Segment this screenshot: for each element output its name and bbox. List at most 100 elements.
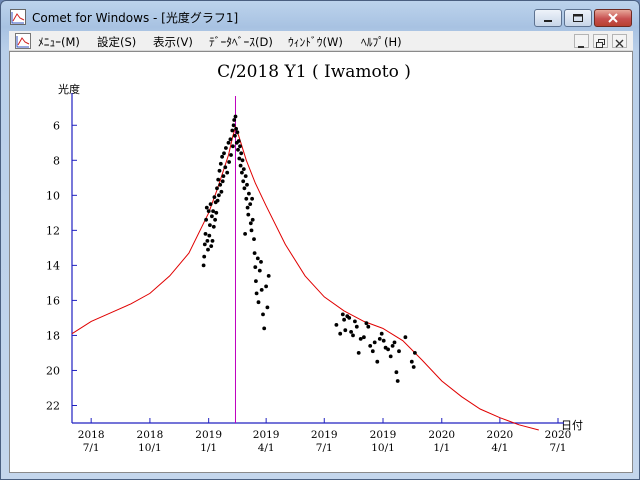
- observation-point: [413, 351, 417, 355]
- observation-point: [228, 137, 233, 142]
- mdi-minimize-button[interactable]: [574, 34, 589, 48]
- observation-point: [262, 326, 267, 331]
- observation-point: [252, 251, 257, 256]
- menu-window[interactable]: ｳｨﾝﾄﾞｳ(W): [288, 34, 343, 50]
- observation-point: [238, 144, 242, 149]
- observation-point: [342, 317, 346, 322]
- observation-point: [368, 344, 373, 348]
- maximize-icon: [573, 14, 583, 22]
- observation-point: [217, 193, 221, 198]
- x-tick-date-label: 4/1: [258, 442, 275, 454]
- observation-point: [388, 354, 393, 359]
- observation-point: [215, 186, 219, 191]
- observation-point: [241, 179, 246, 184]
- observation-point: [256, 300, 261, 305]
- observation-point: [237, 156, 242, 161]
- observation-point: [232, 118, 237, 122]
- observation-point: [218, 182, 223, 187]
- observation-point: [246, 212, 251, 217]
- y-tick-label: 18: [46, 329, 60, 342]
- observation-point: [211, 224, 216, 229]
- x-tick-year-label: 2020: [487, 429, 514, 441]
- observation-point: [250, 196, 255, 201]
- observation-point: [208, 202, 213, 207]
- observation-point: [219, 189, 224, 194]
- observation-point: [392, 340, 397, 345]
- mdi-restore-button[interactable]: [593, 34, 608, 48]
- title-bar[interactable]: Comet for Windows - [光度グラフ1]: [1, 1, 639, 31]
- observation-point: [204, 205, 209, 210]
- observation-point: [206, 247, 210, 252]
- observation-point: [231, 144, 235, 149]
- observation-point: [397, 349, 401, 354]
- observation-point: [252, 237, 256, 242]
- observation-point: [259, 288, 264, 292]
- observation-point: [212, 195, 217, 200]
- observation-point: [209, 244, 214, 249]
- observation-point: [210, 239, 215, 243]
- x-tick-year-label: 2020: [428, 429, 455, 441]
- observation-point: [205, 239, 210, 243]
- app-window: Comet for Windows - [光度グラフ1] ﾒﾆｭｰ(M) 設定(…: [0, 0, 640, 480]
- mdi-close-button[interactable]: [612, 34, 627, 48]
- close-icon: [608, 13, 618, 23]
- observation-point: [238, 163, 243, 168]
- x-tick-date-label: 10/1: [371, 442, 395, 454]
- observation-point: [247, 191, 251, 196]
- menu-view[interactable]: 表示(V): [153, 34, 193, 50]
- observation-point: [210, 214, 214, 219]
- observation-point: [334, 323, 339, 327]
- x-tick-date-label: 7/1: [83, 442, 100, 454]
- observation-point: [390, 344, 395, 348]
- minimize-button[interactable]: [534, 9, 562, 27]
- observation-point: [261, 312, 265, 317]
- observation-point: [250, 217, 255, 222]
- observation-point: [220, 154, 225, 159]
- observation-point: [254, 291, 259, 296]
- observation-point: [349, 330, 353, 334]
- menu-help[interactable]: ﾍﾙﾌﾟ(H): [361, 34, 402, 50]
- observation-point: [375, 359, 380, 364]
- observation-point: [230, 128, 235, 133]
- y-axis-label: 光度: [58, 82, 80, 96]
- observation-point: [403, 335, 408, 340]
- x-tick-date-label: 4/1: [491, 442, 508, 454]
- menu-database[interactable]: ﾃﾞｰﾀﾍﾞｰｽ(D): [209, 34, 273, 50]
- y-tick-label: 14: [46, 259, 60, 272]
- observation-point: [233, 114, 238, 119]
- observation-point: [255, 256, 260, 261]
- menu-bar: ﾒﾆｭｰ(M) 設定(S) 表示(V) ﾃﾞｰﾀﾍﾞｰｽ(D) ｳｨﾝﾄﾞｳ(W…: [9, 31, 633, 51]
- observation-point: [236, 147, 240, 152]
- observation-point: [338, 331, 343, 336]
- observation-point: [223, 165, 228, 170]
- x-tick-year-label: 2019: [311, 429, 338, 441]
- observation-point: [215, 198, 220, 203]
- x-tick-year-label: 2019: [370, 429, 397, 441]
- maximize-button[interactable]: [564, 9, 592, 27]
- observation-point: [241, 167, 246, 171]
- observation-point: [242, 186, 247, 191]
- menu-settings[interactable]: 設定(S): [97, 34, 136, 50]
- observation-point: [386, 347, 390, 352]
- close-button[interactable]: [594, 9, 632, 27]
- observation-point: [207, 233, 212, 238]
- observation-point: [214, 210, 219, 215]
- observation-point: [409, 359, 414, 364]
- light-curve-chart: C/2018 Y1 ( Iwamoto ) 光度 日付 681012141618…: [46, 62, 583, 454]
- x-tick-date-label: 7/1: [316, 442, 333, 454]
- x-tick-date-label: 1/1: [433, 442, 450, 454]
- app-icon[interactable]: [10, 9, 26, 25]
- observation-point: [265, 305, 270, 310]
- document-icon[interactable]: [15, 33, 31, 49]
- observation-point: [240, 158, 245, 163]
- observation-point: [217, 168, 222, 173]
- observation-point: [243, 174, 248, 178]
- observation-point: [208, 223, 212, 228]
- predicted-curve-line: [71, 125, 539, 431]
- observation-point: [372, 340, 377, 345]
- observation-point: [362, 335, 366, 340]
- observation-point: [201, 263, 206, 268]
- x-tick-year-label: 2019: [195, 429, 222, 441]
- observation-point: [244, 196, 249, 201]
- menu-menu[interactable]: ﾒﾆｭｰ(M): [38, 34, 80, 50]
